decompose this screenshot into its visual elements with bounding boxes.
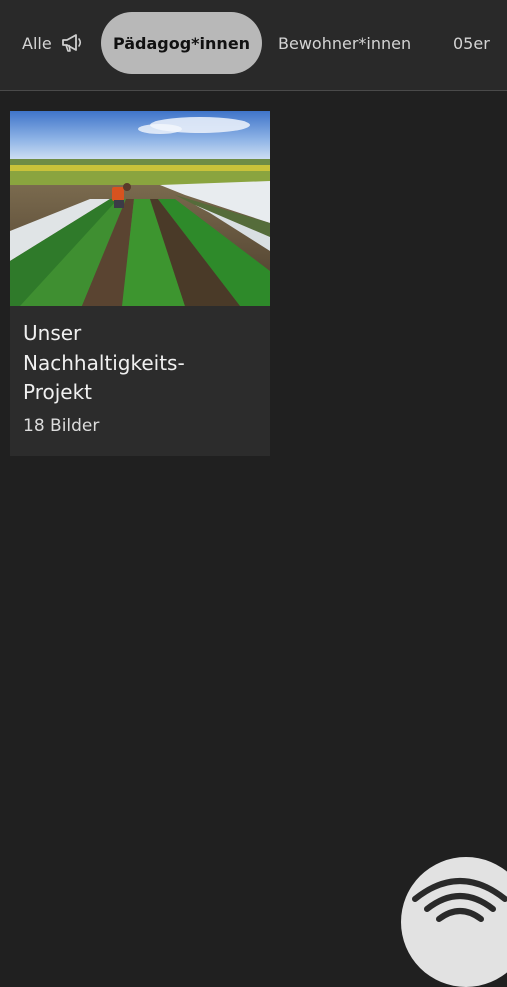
tab-05er[interactable]: 05er	[453, 12, 490, 74]
tab-paedagoginnen-label: Pädagog*innen	[112, 33, 251, 53]
category-tab-bar: Alle Pädagog*innen Bewohner*innen 05er	[0, 0, 507, 91]
album-photo-count: 18 Bilder	[23, 416, 100, 436]
tab-bewohnerinnen-label: Bewohner*innen	[278, 33, 412, 53]
album-title: Unser Nachhaltigkeits-Projekt	[23, 321, 185, 404]
tab-paedagoginnen[interactable]: Pädagog*innen	[101, 12, 262, 74]
floating-action-button[interactable]	[401, 857, 507, 987]
megaphone-icon	[61, 33, 83, 53]
tab-05er-label: 05er	[453, 33, 490, 53]
album-card[interactable]: Unser Nachhaltigkeits-Projekt 18 Bilder	[10, 111, 270, 456]
album-thumbnail	[10, 111, 270, 306]
wifi-signal-icon	[412, 878, 507, 922]
tab-all-label: Alle	[22, 33, 52, 53]
tab-all[interactable]: Alle	[22, 12, 83, 74]
tab-bewohnerinnen[interactable]: Bewohner*innen	[278, 12, 411, 74]
